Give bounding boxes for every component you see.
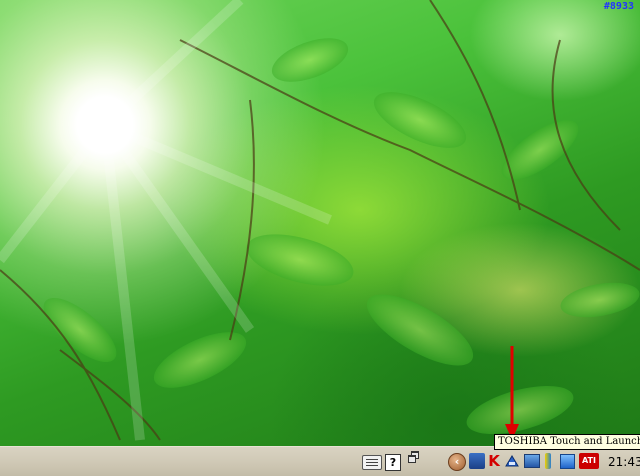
taskbar: ? ‹ K ATI 21:43 (0, 446, 640, 476)
keyboard-icon[interactable] (362, 455, 382, 470)
pen-icon[interactable] (545, 453, 551, 469)
clock[interactable]: 21:43 (608, 455, 640, 469)
system-tray: ‹ K ATI 21:43 (444, 449, 640, 475)
watermark-label: #8933 (603, 1, 634, 12)
help-icon[interactable]: ? (385, 454, 401, 471)
bluetooth-icon[interactable] (560, 454, 575, 469)
wallpaper-art (0, 0, 640, 441)
ati-icon[interactable]: ATI (579, 453, 599, 469)
restore-icon[interactable] (408, 451, 419, 463)
network-icon[interactable] (469, 453, 485, 469)
toshiba-touch-launch-icon[interactable] (504, 453, 520, 469)
k-icon[interactable]: K (486, 453, 502, 469)
desktop-wallpaper: #8933 (0, 0, 640, 446)
red-arrow-annotation (505, 346, 519, 440)
display-icon[interactable] (524, 454, 540, 468)
tray-expand-button[interactable]: ‹ (448, 453, 466, 471)
tooltip: TOSHIBA Touch and Launch (494, 434, 640, 450)
